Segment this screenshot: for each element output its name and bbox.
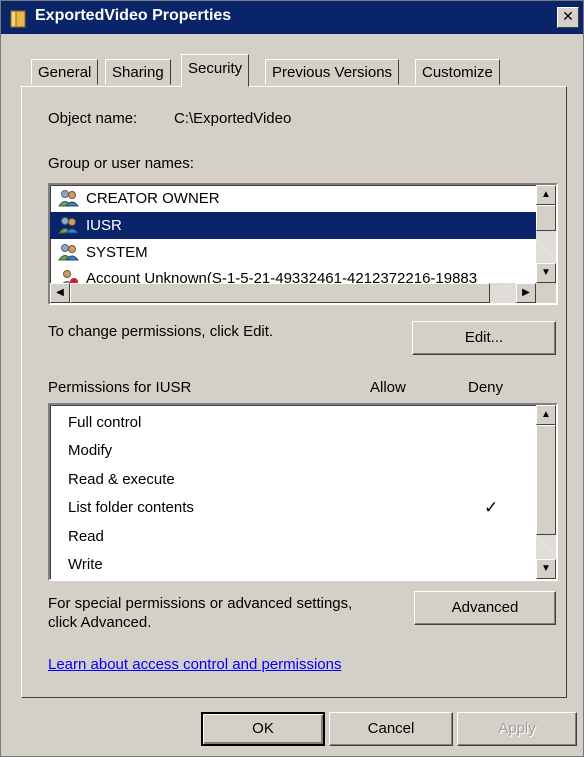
scroll-down-icon[interactable]: ▼ [536,263,556,283]
permission-name: Modify [68,442,113,459]
scroll-up-icon[interactable]: ▲ [536,405,556,425]
tab-security[interactable]: Security [181,54,250,87]
list-item[interactable]: SYSTEM [50,239,556,266]
permissions-for-label: Permissions for IUSR [48,379,192,396]
special-permissions-text-line1: For special permissions or advanced sett… [48,595,353,612]
permission-row-read-execute: Read & execute [50,466,556,494]
user-name: SYSTEM [86,244,148,261]
list-item-selected[interactable]: IUSR [50,212,556,239]
scroll-left-icon[interactable]: ◀ [50,283,70,303]
permission-name: Read [68,528,104,545]
permission-name: Write [68,556,103,573]
deny-column-header: Deny [468,379,504,396]
scroll-down-icon[interactable]: ▼ [536,559,556,579]
change-permissions-text: To change permissions, click Edit. [48,323,274,340]
folder-icon [9,8,29,28]
tab-previous-versions[interactable]: Previous Versions [265,59,400,85]
users-horizontal-scrollbar[interactable]: ◀ ▶ [50,283,536,303]
user-group-icon [58,243,80,261]
window-title: ExportedVideo Properties [35,7,232,24]
scroll-up-icon[interactable]: ▲ [536,185,556,205]
deny-check-icon: ✓ [484,498,499,517]
users-vertical-scrollbar[interactable]: ▲ ▼ [536,185,556,283]
advanced-button[interactable]: Advanced [414,591,556,625]
tab-customize[interactable]: Customize [415,59,500,85]
user-name: IUSR [86,217,122,234]
scroll-thumb[interactable] [70,283,490,303]
special-permissions-text-line2: click Advanced. [48,614,152,631]
close-button[interactable]: ✕ [557,7,579,28]
scroll-thumb[interactable] [536,205,556,231]
learn-access-control-link[interactable]: Learn about access control and permissio… [48,656,342,673]
permission-name: Read & execute [68,471,175,488]
title-bar[interactable]: ExportedVideo Properties ✕ [1,1,583,34]
apply-button[interactable]: Apply [457,712,577,746]
tab-general[interactable]: General [31,59,99,85]
list-item[interactable]: CREATOR OWNER [50,185,556,212]
permission-row-modify: Modify [50,437,556,465]
permission-row-full-control: Full control [50,409,556,437]
cancel-button[interactable]: Cancel [329,712,453,746]
permissions-listbox[interactable]: Full control Modify Read & execute List … [48,403,558,581]
permissions-vertical-scrollbar[interactable]: ▲ ▼ [536,405,556,579]
group-or-user-names-label: Group or user names: [48,155,194,172]
permission-name: List folder contents [68,499,194,516]
user-group-icon [58,216,80,234]
object-name-value: C:\ExportedVideo [174,110,292,127]
permission-row-write: Write [50,551,556,579]
user-group-icon [58,189,80,207]
scroll-right-icon[interactable]: ▶ [516,283,536,303]
scroll-thumb[interactable] [536,425,556,535]
ok-button[interactable]: OK [201,712,325,746]
scroll-corner [536,283,556,303]
users-listbox[interactable]: CREATOR OWNER IUSR SYSTEM Account Unknow… [48,183,558,305]
permission-row-list-folder-contents: List folder contents ✓ [50,494,556,522]
security-panel: Object name: C:\ExportedVideo Group or u… [21,86,567,698]
tab-sharing[interactable]: Sharing [105,59,171,85]
user-name: CREATOR OWNER [86,190,220,207]
edit-button[interactable]: Edit... [412,321,556,355]
allow-column-header: Allow [370,379,406,396]
permission-row-read: Read [50,523,556,551]
object-name-label: Object name: [48,110,138,127]
properties-dialog: ExportedVideo Properties ✕ General Shari… [0,0,584,757]
permission-name: Full control [68,414,142,431]
